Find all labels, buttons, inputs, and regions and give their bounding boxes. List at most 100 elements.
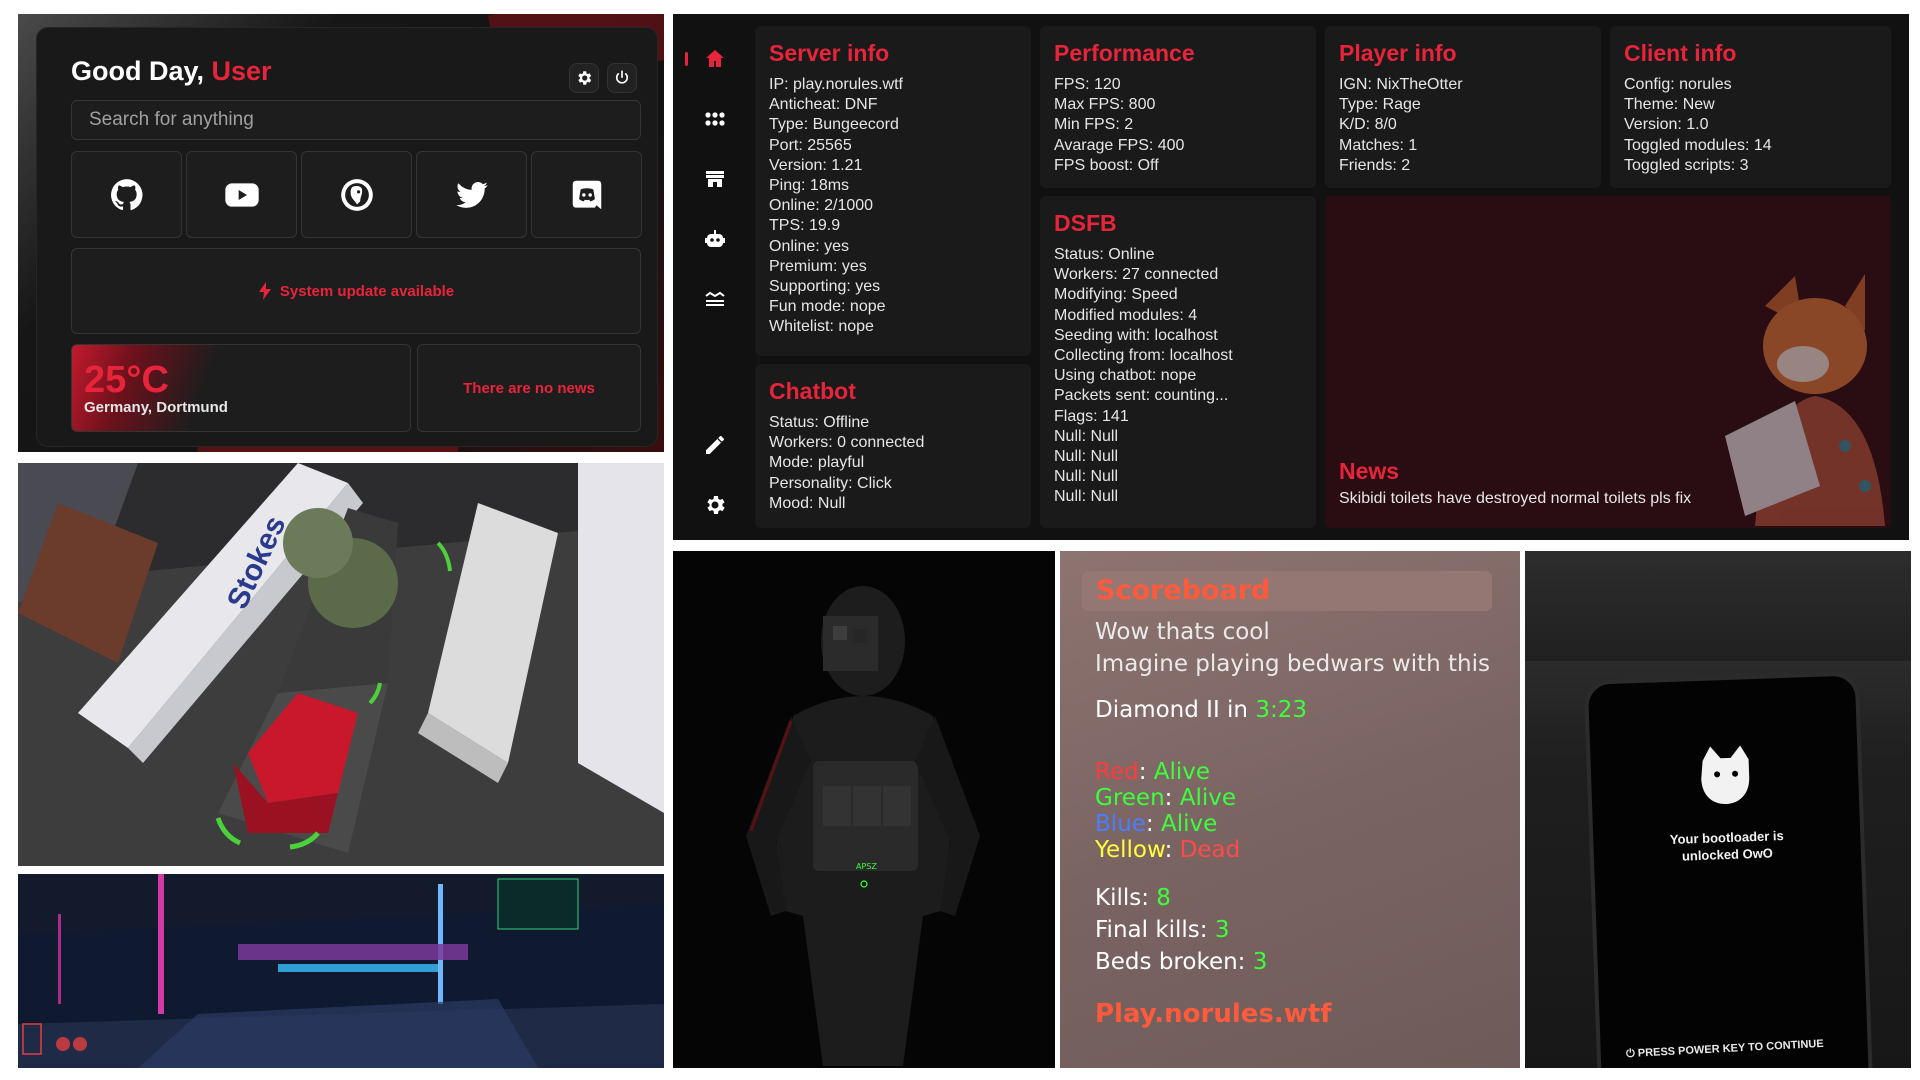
power-icon [615, 70, 629, 84]
kills-value: 8 [1156, 885, 1171, 911]
player-tag: APSZ [856, 862, 877, 871]
team-name: Blue [1095, 811, 1146, 837]
chatbot-card: Chatbot Status: Offline Workers: 0 connec… [755, 364, 1031, 528]
settings-icon [707, 496, 725, 514]
sidebar-item-apps[interactable] [701, 105, 729, 133]
info-line: Supporting: yes [769, 278, 881, 296]
twitter-button[interactable] [416, 151, 527, 238]
server-info-card: Server info IP: play.norules.wtf Antichea… [755, 26, 1031, 356]
card-title: Server info [769, 40, 890, 66]
info-line: K/D: 8/0 [1339, 116, 1397, 134]
kills-label: Kills: [1095, 885, 1157, 911]
info-line: Version: 1.21 [769, 156, 863, 174]
server-address: Play.norules.wtf [1095, 999, 1332, 1029]
sidebar-item-home[interactable] [701, 45, 729, 73]
info-line: Null: Null [1054, 427, 1119, 445]
info-line: Null: Null [1054, 448, 1119, 466]
news-text: Skibidi toilets have destroyed normal to… [1339, 490, 1692, 507]
team-separator: : [1164, 837, 1180, 863]
card-title: Client info [1624, 40, 1737, 66]
info-line: Online: 2/1000 [769, 197, 874, 215]
info-line: Mood: Null [769, 494, 846, 512]
location: Germany, Dortmund [84, 399, 228, 416]
news-widget: There are no news [417, 344, 641, 432]
youtube-button[interactable] [186, 151, 297, 238]
client-dashboard-screenshot: Server info IP: play.norules.wtf Antichea… [673, 14, 1909, 540]
diamond-timer: Diamond II in 3:23 [1095, 697, 1307, 723]
card-title: Player info [1339, 40, 1457, 66]
info-line: Ping: 18ms [769, 177, 850, 195]
layers-icon [705, 291, 725, 306]
edit-icon [706, 436, 724, 454]
store-icon [706, 171, 724, 187]
beds-label: Beds broken: [1095, 949, 1253, 975]
phone-bootloader-photo: Your bootloader is unlocked OwO ⏻ PRESS … [1525, 551, 1911, 1068]
scoreboard-header: Scoreboard [1082, 571, 1492, 611]
scoreboard-line: Imagine playing bedwars with this [1095, 651, 1490, 677]
info-line: Fun mode: nope [769, 298, 886, 316]
power-button[interactable] [607, 63, 637, 93]
info-line: Workers: 0 connected [769, 434, 925, 452]
home-icon [706, 50, 724, 67]
info-line: Version: 1.0 [1624, 116, 1709, 134]
card-title: Performance [1054, 40, 1195, 66]
info-line: Null: Null [1054, 488, 1119, 506]
info-line: Modified modules: 4 [1054, 306, 1198, 324]
sidebar-item-store[interactable] [701, 165, 729, 193]
sidebar-item-layers[interactable] [701, 285, 729, 313]
info-line: Mode: playful [769, 454, 865, 472]
info-line: Toggled scripts: 3 [1624, 156, 1749, 174]
cyberpunk-game-screenshot [18, 874, 664, 1068]
news-title: News [1339, 458, 1400, 484]
info-line: Workers: 27 connected [1054, 266, 1219, 284]
apps-icon [705, 112, 725, 126]
team-name: Red [1095, 759, 1139, 785]
final-kills-row: Final kills: 3 [1095, 917, 1230, 943]
temperature: 25°C [84, 359, 169, 401]
team-status: Dead [1179, 837, 1241, 863]
github-button[interactable] [71, 151, 182, 238]
team-row: Green: Alive [1095, 785, 1236, 811]
info-line: Status: Offline [769, 414, 870, 431]
player-info-card: Player info IGN: NixTheOtter Type: Rage K/… [1325, 26, 1601, 188]
discord-button[interactable] [531, 151, 642, 238]
beds-row: Beds broken: 3 [1095, 949, 1267, 975]
info-line: Online: yes [769, 237, 850, 255]
discord-icon [572, 180, 601, 209]
power-icon: ⏻ [1625, 1047, 1639, 1061]
scoreboard-screenshot: Scoreboard Wow thats cool Imagine playin… [1060, 551, 1520, 1068]
card-title: Chatbot [769, 378, 856, 404]
info-line: Null: Null [1054, 468, 1119, 486]
card-title: DSFB [1054, 210, 1117, 236]
info-line: Min FPS: 2 [1054, 116, 1134, 134]
news-card: News Skibidi toilets have destroyed norm… [1325, 196, 1891, 528]
active-indicator [685, 52, 688, 66]
sidebar [685, 26, 745, 528]
team-separator: : [1164, 785, 1180, 811]
duckduckgo-button[interactable] [301, 151, 412, 238]
github-icon [110, 178, 142, 210]
info-line: Using chatbot: nope [1054, 367, 1197, 385]
search-input[interactable] [71, 100, 641, 140]
team-status: Alive [1160, 811, 1218, 837]
diamond-label: Diamond II in [1095, 697, 1256, 723]
duckduckgo-icon [340, 178, 373, 211]
info-line: Type: Rage [1339, 96, 1421, 114]
sidebar-item-bot[interactable] [701, 225, 729, 253]
team-row: Yellow: Dead [1095, 837, 1240, 863]
robot-icon [705, 230, 725, 247]
system-update-banner[interactable]: System update available [71, 248, 641, 334]
scoreboard-title: Scoreboard [1096, 575, 1271, 606]
sidebar-item-settings[interactable] [701, 491, 729, 519]
scoreboard-line: Wow thats cool [1095, 619, 1270, 645]
info-line: Packets sent: counting... [1054, 387, 1229, 405]
gear-icon [578, 71, 592, 85]
info-line: Toggled modules: 14 [1624, 136, 1772, 154]
settings-button[interactable] [569, 63, 599, 93]
info-line: IP: play.norules.wtf [769, 76, 903, 93]
info-line: TPS: 19.9 [769, 217, 841, 235]
client-info-card: Client info Config: norules Theme: New Ver… [1610, 26, 1891, 188]
info-line: Type: Bungeecord [769, 116, 899, 134]
info-line: Collecting from: localhost [1054, 347, 1233, 365]
sidebar-item-edit[interactable] [701, 431, 729, 459]
